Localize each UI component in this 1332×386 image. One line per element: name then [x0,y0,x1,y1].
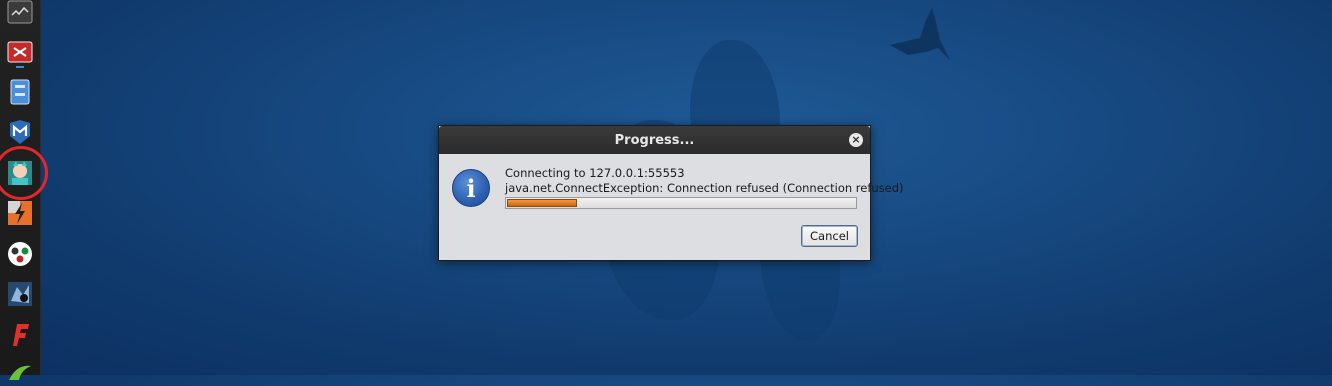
red-app-icon[interactable] [7,39,33,65]
info-icon: i [452,169,490,207]
bird-silhouette-icon [890,8,950,60]
burpsuite-icon[interactable] [7,200,33,226]
close-icon[interactable]: × [849,133,863,147]
faraday-icon[interactable] [7,322,33,348]
armitage-icon[interactable] [7,160,33,186]
error-message-text: java.net.ConnectException: Connection re… [505,181,904,195]
maltego-icon[interactable] [7,241,33,267]
cancel-button[interactable]: Cancel [801,225,858,247]
progress-dialog: Progress... × i Connecting to 127.0.0.1:… [438,125,904,261]
progress-bar [505,197,857,209]
dialog-titlebar[interactable]: Progress... × [439,126,870,154]
application-dock [0,0,48,380]
running-indicator [16,66,24,68]
progress-bar-fill [507,199,577,207]
connection-status-text: Connecting to 127.0.0.1:55553 [505,166,685,180]
terminal-icon[interactable] [7,0,33,26]
beef-icon[interactable] [7,281,33,307]
metasploit-icon[interactable] [7,119,33,145]
kali-dragon-icon[interactable] [7,360,33,386]
dialog-title: Progress... [614,132,695,148]
file-manager-icon[interactable] [7,79,33,105]
